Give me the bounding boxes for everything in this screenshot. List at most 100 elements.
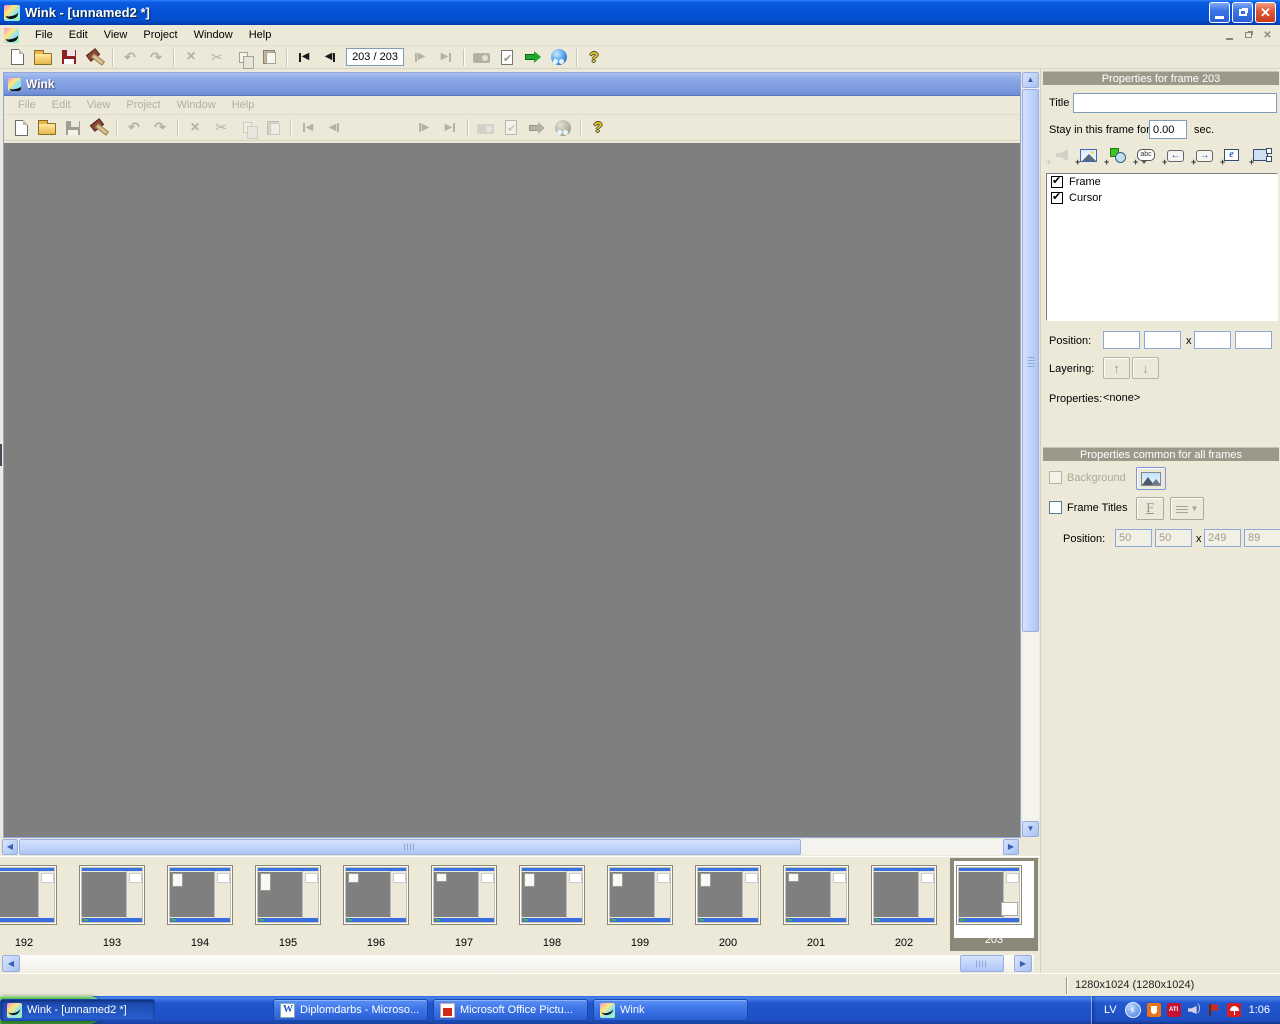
capture-button[interactable] [468,47,494,68]
hide-icons-chevron-icon[interactable]: ‹ [1125,1002,1141,1018]
frame-titles-checkbox[interactable] [1049,501,1062,514]
language-indicator[interactable]: LV [1104,1004,1117,1016]
add-image-icon[interactable]: + [1076,145,1098,167]
taskbar-item-wink[interactable]: Wink [593,999,748,1021]
add-textbox-icon[interactable]: +abc [1134,145,1156,167]
thumbnail-frame-192[interactable] [0,865,57,925]
menu-window[interactable]: Window [186,26,241,44]
frame-title-align-button[interactable]: ▼ [1170,497,1204,520]
volume-tray-icon[interactable] [1187,1003,1201,1017]
frame-title-input[interactable] [1073,93,1277,113]
child-paste-button[interactable] [260,117,286,138]
child-first-frame-button[interactable]: ◀ [295,117,321,138]
mdi-close-button[interactable]: ✕ [1259,28,1276,43]
child-render-settings-button[interactable] [86,117,112,138]
layer-up-button[interactable]: ↑ [1103,357,1130,379]
child-undo-button[interactable]: ↶ [121,117,147,138]
cursor-checkbox[interactable] [1051,192,1063,204]
menu-file[interactable]: File [27,26,61,44]
thumbnail-frame-203-selected[interactable] [956,865,1022,925]
view-rendered-output-button[interactable] [546,47,572,68]
filmstrip-scroll-thumb[interactable] [960,955,1004,972]
first-frame-button[interactable]: ◀ [291,47,317,68]
paste-button[interactable] [256,47,282,68]
layer-item-frame[interactable]: Frame [1047,174,1277,190]
position-height-input[interactable] [1235,331,1272,349]
add-link-icon[interactable]: +e [1221,145,1243,167]
thumbnail-frame-201[interactable] [783,865,849,925]
open-project-button[interactable] [30,47,56,68]
child-view-rendered-button[interactable] [550,117,576,138]
thumbnail-frame-199[interactable] [607,865,673,925]
redo-button[interactable]: ↷ [143,47,169,68]
position-y-input[interactable] [1144,331,1181,349]
menu-project[interactable]: Project [135,26,185,44]
next-frame-button[interactable]: ▶ [407,47,433,68]
add-shape-icon[interactable]: + [1105,145,1127,167]
child-cut-button[interactable]: ✂ [208,117,234,138]
horizontal-scrollbar[interactable]: ◀ ▶ [2,839,1019,855]
menu-help[interactable]: Help [241,26,280,44]
mdi-minimize-button[interactable] [1221,28,1238,43]
filmstrip-scroll-left-button[interactable]: ◀ [2,955,20,972]
add-previous-button-icon[interactable]: +← [1163,145,1185,167]
avira-tray-icon[interactable] [1227,1003,1241,1017]
vertical-scroll-thumb[interactable] [1022,89,1039,632]
child-render-project-button[interactable] [524,117,550,138]
child-menu-edit[interactable]: Edit [44,96,79,114]
thumbnail-frame-195[interactable] [255,865,321,925]
previous-frame-button[interactable]: ◀ [317,47,343,68]
layer-item-cursor[interactable]: Cursor [1047,190,1277,206]
undo-button[interactable]: ↶ [117,47,143,68]
thumbnail-frame-200[interactable] [695,865,761,925]
filmstrip-scroll-right-button[interactable]: ▶ [1014,955,1032,972]
child-next-frame-button[interactable]: ▶ [411,117,437,138]
child-previous-frame-button[interactable]: ◀ [321,117,347,138]
delete-frame-button[interactable]: × [178,47,204,68]
add-audio-icon[interactable]: + [1047,145,1069,167]
scroll-down-button[interactable]: ▼ [1022,821,1039,837]
stay-duration-input[interactable] [1149,120,1187,139]
ati-tray-icon[interactable]: ATI [1167,1003,1181,1017]
last-frame-button[interactable]: ▶ [433,47,459,68]
mdi-restore-button[interactable] [1240,28,1257,43]
horizontal-scroll-thumb[interactable] [19,839,801,855]
child-menu-window[interactable]: Window [169,96,224,114]
scroll-left-button[interactable]: ◀ [2,839,18,855]
menu-view[interactable]: View [96,26,136,44]
choose-frames-button[interactable] [494,47,520,68]
scroll-right-button[interactable]: ▶ [1003,839,1019,855]
copy-button[interactable] [230,47,256,68]
new-project-button[interactable] [4,47,30,68]
position-width-input[interactable] [1194,331,1231,349]
thumbnail-frame-202[interactable] [871,865,937,925]
scroll-up-button[interactable]: ▲ [1022,72,1039,88]
taskbar-clock[interactable]: 1:06 [1249,1004,1270,1016]
background-checkbox[interactable] [1049,471,1062,484]
restore-button[interactable] [1232,2,1253,23]
background-image-button[interactable] [1136,467,1166,490]
child-open-button[interactable] [34,117,60,138]
java-tray-icon[interactable] [1147,1003,1161,1017]
help-button[interactable]: ? [581,47,607,68]
add-target-icon[interactable]: + [1250,145,1272,167]
child-copy-button[interactable] [234,117,260,138]
position-x-input[interactable] [1103,331,1140,349]
thumbnail-frame-198[interactable] [519,865,585,925]
child-window-titlebar[interactable]: Wink [4,73,1020,96]
flag-tray-icon[interactable] [1207,1003,1221,1017]
child-save-button[interactable] [60,117,86,138]
child-last-frame-button[interactable]: ▶ [437,117,463,138]
menu-edit[interactable]: Edit [61,26,96,44]
taskbar-item-picture-manager[interactable]: Microsoft Office Pictu... [433,999,588,1021]
cut-button[interactable]: ✂ [204,47,230,68]
child-capture-button[interactable] [472,117,498,138]
child-choose-frames-button[interactable] [498,117,524,138]
render-project-button[interactable] [520,47,546,68]
child-menu-file[interactable]: File [10,96,44,114]
child-menu-project[interactable]: Project [118,96,168,114]
child-menu-help[interactable]: Help [224,96,263,114]
child-delete-frame-button[interactable]: × [182,117,208,138]
frame-title-font-button[interactable]: F [1136,497,1164,520]
add-next-button-icon[interactable]: +→ [1192,145,1214,167]
